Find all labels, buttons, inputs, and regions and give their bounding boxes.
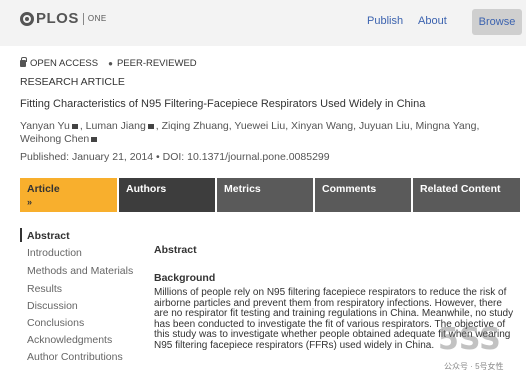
author-link[interactable]: Weihong Chen [20,133,89,145]
sidebar-item-results[interactable]: Results [20,281,140,298]
tab-authors[interactable]: Authors [119,178,215,212]
author-list: Yanyan Yu , Luman Jiang , Ziqing Zhuang, Y… [20,120,520,146]
open-access-badge: OPEN ACCESS [30,58,99,69]
tab-comments[interactable]: Comments [315,178,411,212]
watermark-text: 公众号 · 5号女性 [444,362,504,371]
author-link[interactable]: Yanyan Yu [20,120,70,132]
abstract-heading: Abstract [154,244,197,256]
star-icon: ● [108,59,113,68]
mail-icon[interactable] [71,123,78,129]
lock-icon [20,57,27,67]
article-title: Fitting Characteristics of N95 Filtering… [20,98,426,110]
mail-icon[interactable] [147,123,154,129]
plos-logo[interactable]: PLOS ONE [20,10,107,27]
logo-text: PLOS [36,10,79,27]
nav-about-link[interactable]: About [418,15,447,27]
published-date: Published: January 21, 2014 [20,151,154,163]
site-header: PLOS ONE Publish About Browse [0,0,526,46]
watermark-logo: 5SS [438,322,501,357]
author-link[interactable]: , Luman Jiang [80,120,146,132]
sidebar-item-discussion[interactable]: Discussion [20,298,140,315]
active-indicator [20,228,22,242]
doi[interactable]: DOI: 10.1371/journal.pone.0085299 [163,151,330,163]
sidebar-item-conclusions[interactable]: Conclusions [20,315,140,332]
logo-divider [82,12,84,25]
sidebar-item-introduction[interactable]: Introduction [20,245,140,262]
sidebar-item-abstract[interactable]: Abstract [20,228,140,245]
mail-icon[interactable] [91,136,98,142]
tab-related-content[interactable]: Related Content [413,178,520,212]
nav-browse-button[interactable]: Browse [472,9,522,35]
article-sidebar-nav: Abstract Introduction Methods and Materi… [20,228,140,366]
author-list-rest[interactable]: , Ziqing Zhuang, Yuewei Liu, Xinyan Wang… [156,120,480,132]
logo-subtitle: ONE [87,14,107,23]
article-type: RESEARCH ARTICLE [20,76,125,88]
background-heading: Background [154,272,216,284]
plos-logo-icon [20,11,34,26]
tab-article-label: Article [27,183,60,195]
publication-info: Published: January 21, 2014 • DOI: 10.13… [20,151,330,163]
peer-reviewed-badge: PEER-REVIEWED [116,58,197,69]
article-tabs: Article » Authors Metrics Comments Relat… [20,178,526,212]
sidebar-item-author-contributions[interactable]: Author Contributions [20,349,140,366]
sidebar-item-methods[interactable]: Methods and Materials [20,265,140,277]
separator-dot: • [156,151,163,163]
nav-publish-link[interactable]: Publish [367,15,403,27]
tab-metrics[interactable]: Metrics [217,178,313,212]
article-badges: OPEN ACCESS ● PEER-REVIEWED [20,57,197,69]
chevron-down-icon: » [27,197,33,207]
sidebar-item-acknowledgments[interactable]: Acknowledgments [20,332,140,349]
tab-article[interactable]: Article » [20,178,117,212]
